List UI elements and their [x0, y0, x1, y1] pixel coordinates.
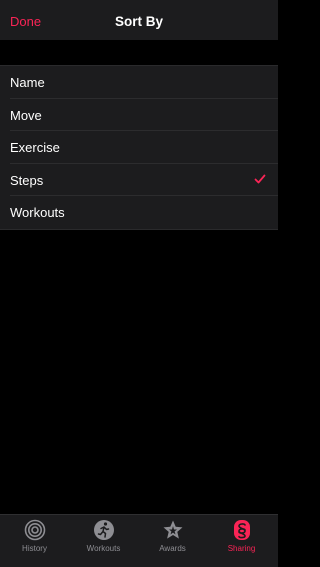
sort-option-label: Steps	[10, 172, 44, 188]
page-title: Sort By	[114, 14, 163, 29]
tab-sharing[interactable]: Sharing	[207, 519, 276, 565]
navigation-bar: Done Sort By	[0, 0, 278, 40]
sort-by-screen: Done Sort By Name Move Exercise Steps Wo…	[0, 0, 278, 567]
tab-workouts[interactable]: Workouts	[69, 519, 138, 565]
sort-options-list: Name Move Exercise Steps Workouts	[0, 65, 278, 230]
sort-option-move[interactable]: Move	[0, 99, 278, 132]
tab-label: Awards	[159, 544, 186, 553]
rings-icon	[24, 519, 45, 541]
tab-bar: History Workouts Awards Sharing	[0, 514, 278, 567]
sort-option-steps[interactable]: Steps	[0, 164, 278, 197]
runner-icon	[93, 520, 114, 540]
sharing-icon	[233, 520, 250, 540]
tab-label: History	[22, 544, 47, 553]
tab-awards[interactable]: Awards	[138, 519, 207, 565]
sort-option-label: Workouts	[10, 205, 65, 221]
sort-option-label: Move	[10, 107, 42, 123]
sort-option-label: Name	[10, 75, 45, 90]
sort-option-exercise[interactable]: Exercise	[0, 131, 278, 164]
tab-history[interactable]: History	[0, 519, 69, 565]
star-icon	[163, 520, 182, 539]
sort-option-workouts[interactable]: Workouts	[0, 196, 278, 229]
tab-label: Workouts	[86, 544, 121, 553]
sort-option-name[interactable]: Name	[0, 66, 278, 99]
tab-label: Sharing	[227, 544, 256, 553]
checkmark-icon	[254, 174, 266, 184]
section-spacer	[0, 40, 278, 65]
sort-option-label: Exercise	[10, 140, 60, 156]
